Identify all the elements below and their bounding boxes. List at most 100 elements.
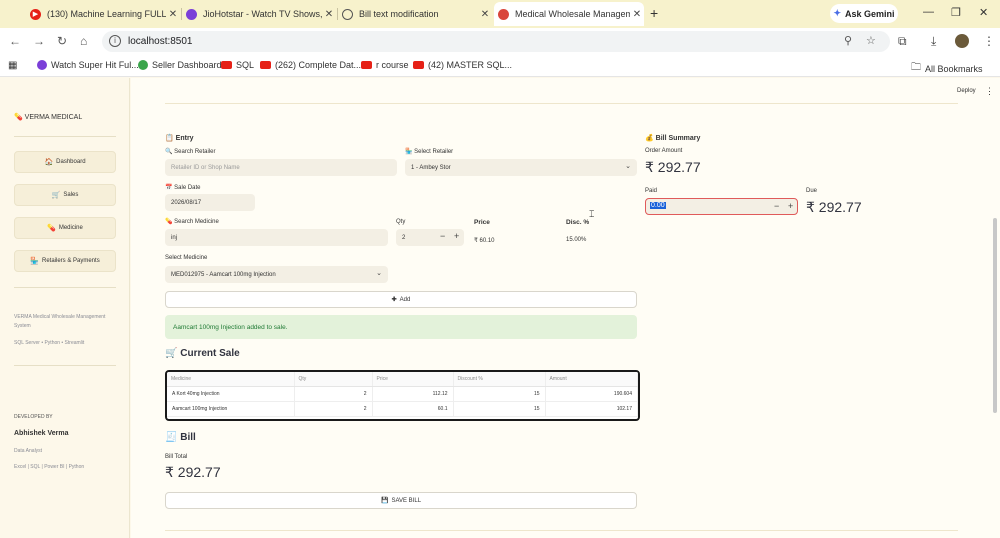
sidebar-brand: 💊 VERMA MEDICAL (14, 113, 82, 121)
divider (14, 365, 116, 366)
table-cell[interactable]: 15 (453, 401, 546, 417)
table-row[interactable]: A Kort 40mg Injection 2 112.12 15 190.60… (167, 386, 638, 402)
restore-icon[interactable]: ❐ (951, 6, 961, 19)
pill-icon (498, 8, 509, 20)
close-icon[interactable]: ✕ (322, 9, 336, 20)
qty-stepper[interactable]: 2 − + (396, 229, 464, 246)
zoom-icon[interactable]: ⚲ (844, 34, 852, 47)
url-text: localhost:8501 (128, 36, 193, 47)
sidebar-item-label: Retailers & Payments (42, 258, 100, 264)
success-alert: Aamcart 100mg Injection added to sale. (165, 315, 637, 339)
bookmark-item[interactable]: SQL (221, 60, 254, 70)
close-icon[interactable]: ✕ (478, 9, 492, 20)
bookmark-item[interactable]: (262) Complete Dat... (260, 60, 361, 70)
select-medicine-dropdown[interactable]: MED012975 - Aamcart 100mg Injection ⌄ (165, 266, 388, 283)
ask-gemini-button[interactable]: ✦ Ask Gemini (830, 4, 898, 23)
save-icon: 💾 (380, 498, 389, 504)
entry-title: Entry (175, 135, 194, 142)
sidebar-item-retailers-payments[interactable]: 🏪 Retailers & Payments (14, 250, 116, 272)
youtube-icon: ▶ (30, 8, 41, 20)
site-info-icon[interactable]: i (109, 35, 121, 47)
hotstar-icon (186, 8, 197, 20)
app-menu-icon[interactable]: ⋮ (985, 86, 994, 97)
browser-tab-active[interactable]: Medical Wholesale Managem ✕ (494, 2, 644, 26)
sidebar-item-dashboard[interactable]: 🏠 Dashboard (14, 151, 116, 173)
avatar[interactable] (955, 34, 969, 48)
label-text: Select Retailer (414, 149, 454, 155)
label-text: Search Medicine (174, 219, 219, 225)
bookmark-item[interactable]: (42) MASTER SQL... (413, 60, 512, 70)
sale-date-input[interactable]: 2026/08/17 (165, 194, 255, 211)
all-bookmarks[interactable]: 🗀 All Bookmarks (911, 60, 983, 77)
due-label: Due (806, 188, 818, 194)
plus-icon[interactable]: + (454, 231, 459, 241)
minimize-icon[interactable]: — (923, 6, 934, 18)
deploy-button[interactable]: Deploy (957, 88, 976, 94)
minus-icon[interactable]: − (440, 231, 445, 241)
browser-tab[interactable]: JioHotstar - Watch TV Shows, M ✕ (186, 4, 336, 24)
close-window-icon[interactable]: ✕ (979, 6, 988, 19)
table-cell[interactable]: 60.1 (372, 401, 454, 417)
sidebar-item-sales[interactable]: 🛒 Sales (14, 184, 116, 206)
table-cell[interactable]: 2 (294, 401, 373, 417)
browser-toolbar: ← → ↻ ⌂ i localhost:8501 ⚲ ☆ ⧉ ⤓ ⋮ (0, 28, 1000, 55)
tab-title: JioHotstar - Watch TV Shows, M (203, 9, 322, 19)
browser-tab[interactable]: ▶ (130) Machine Learning FULL C ✕ (30, 4, 180, 24)
store-icon: 🏪 (30, 258, 39, 265)
paid-input[interactable]: 0.00 − + (645, 198, 798, 215)
browser-tab[interactable]: Bill text modification ✕ (342, 4, 492, 24)
home-icon[interactable]: ⌂ (80, 34, 87, 48)
table-row[interactable]: Aamcart 100mg Injection 2 60.1 15 102.17 (167, 401, 638, 417)
browser-menu-icon[interactable]: ⋮ (983, 34, 995, 48)
cart-icon: 🛒 (51, 192, 61, 199)
clipboard-icon: 📋 (165, 135, 174, 142)
bookmark-item[interactable]: Seller Dashboard (138, 60, 222, 70)
chevron-down-icon: ⌄ (376, 270, 382, 277)
bookmark-item[interactable]: Watch Super Hit Ful... (37, 60, 139, 70)
minus-icon[interactable]: − (774, 201, 779, 211)
table-cell[interactable]: 190.604 (545, 386, 638, 402)
select-retailer-dropdown[interactable]: 1 - Ambey Stor ⌄ (405, 159, 637, 176)
search-medicine-label: 💊 Search Medicine (165, 218, 219, 225)
search-retailer-input[interactable]: Retailer ID or Shop Name (165, 159, 397, 176)
apps-icon[interactable]: ▦ (8, 60, 17, 71)
new-tab-button[interactable]: + (650, 5, 658, 21)
column-header[interactable]: Amount (545, 372, 638, 387)
star-icon[interactable]: ☆ (866, 34, 876, 47)
scrollbar[interactable] (993, 218, 997, 413)
add-button-label: Add (399, 296, 411, 303)
bookmark-item[interactable]: r course (361, 60, 409, 70)
youtube-icon (361, 61, 372, 69)
forward-icon[interactable]: → (33, 34, 45, 48)
search-medicine-input[interactable]: inj (165, 229, 388, 246)
current-sale-heading: 🛒 Current Sale (165, 348, 240, 359)
table-cell[interactable]: 112.12 (372, 386, 454, 402)
table-cell[interactable]: Aamcart 100mg Injection (167, 401, 295, 417)
back-icon[interactable]: ← (9, 34, 21, 48)
close-icon[interactable]: ✕ (630, 9, 644, 20)
developer-role: Data Analyst (14, 448, 43, 454)
table-cell[interactable]: 15 (453, 386, 546, 402)
column-header[interactable]: Discount % (453, 372, 546, 387)
youtube-icon (413, 61, 424, 69)
table-cell[interactable]: 102.17 (545, 401, 638, 417)
add-button[interactable]: ✚ Add (165, 291, 637, 308)
column-header[interactable]: Medicine (167, 372, 295, 387)
save-bill-button[interactable]: 💾 SAVE BILL (165, 492, 637, 509)
divider (14, 287, 116, 288)
main-content (131, 78, 1000, 538)
plus-icon[interactable]: + (788, 201, 793, 211)
download-icon[interactable]: ⤓ (931, 34, 936, 49)
column-header[interactable]: Qty (294, 372, 373, 387)
column-header[interactable]: Price (372, 372, 454, 387)
sale-date-label: 📅 Sale Date (165, 184, 201, 191)
current-sale-table[interactable]: Medicine Qty Price Discount % Amount A K… (165, 370, 640, 421)
sidebar-item-medicine[interactable]: 💊 Medicine (14, 217, 116, 239)
close-icon[interactable]: ✕ (166, 9, 180, 20)
reload-icon[interactable]: ↻ (57, 34, 67, 48)
table-cell[interactable]: 2 (294, 386, 373, 402)
extensions-icon[interactable]: ⧉ (898, 34, 907, 49)
address-bar[interactable]: i localhost:8501 ⚲ ☆ (102, 31, 890, 52)
table-cell[interactable]: A Kort 40mg Injection (167, 386, 295, 402)
bookmark-icon (37, 60, 47, 70)
